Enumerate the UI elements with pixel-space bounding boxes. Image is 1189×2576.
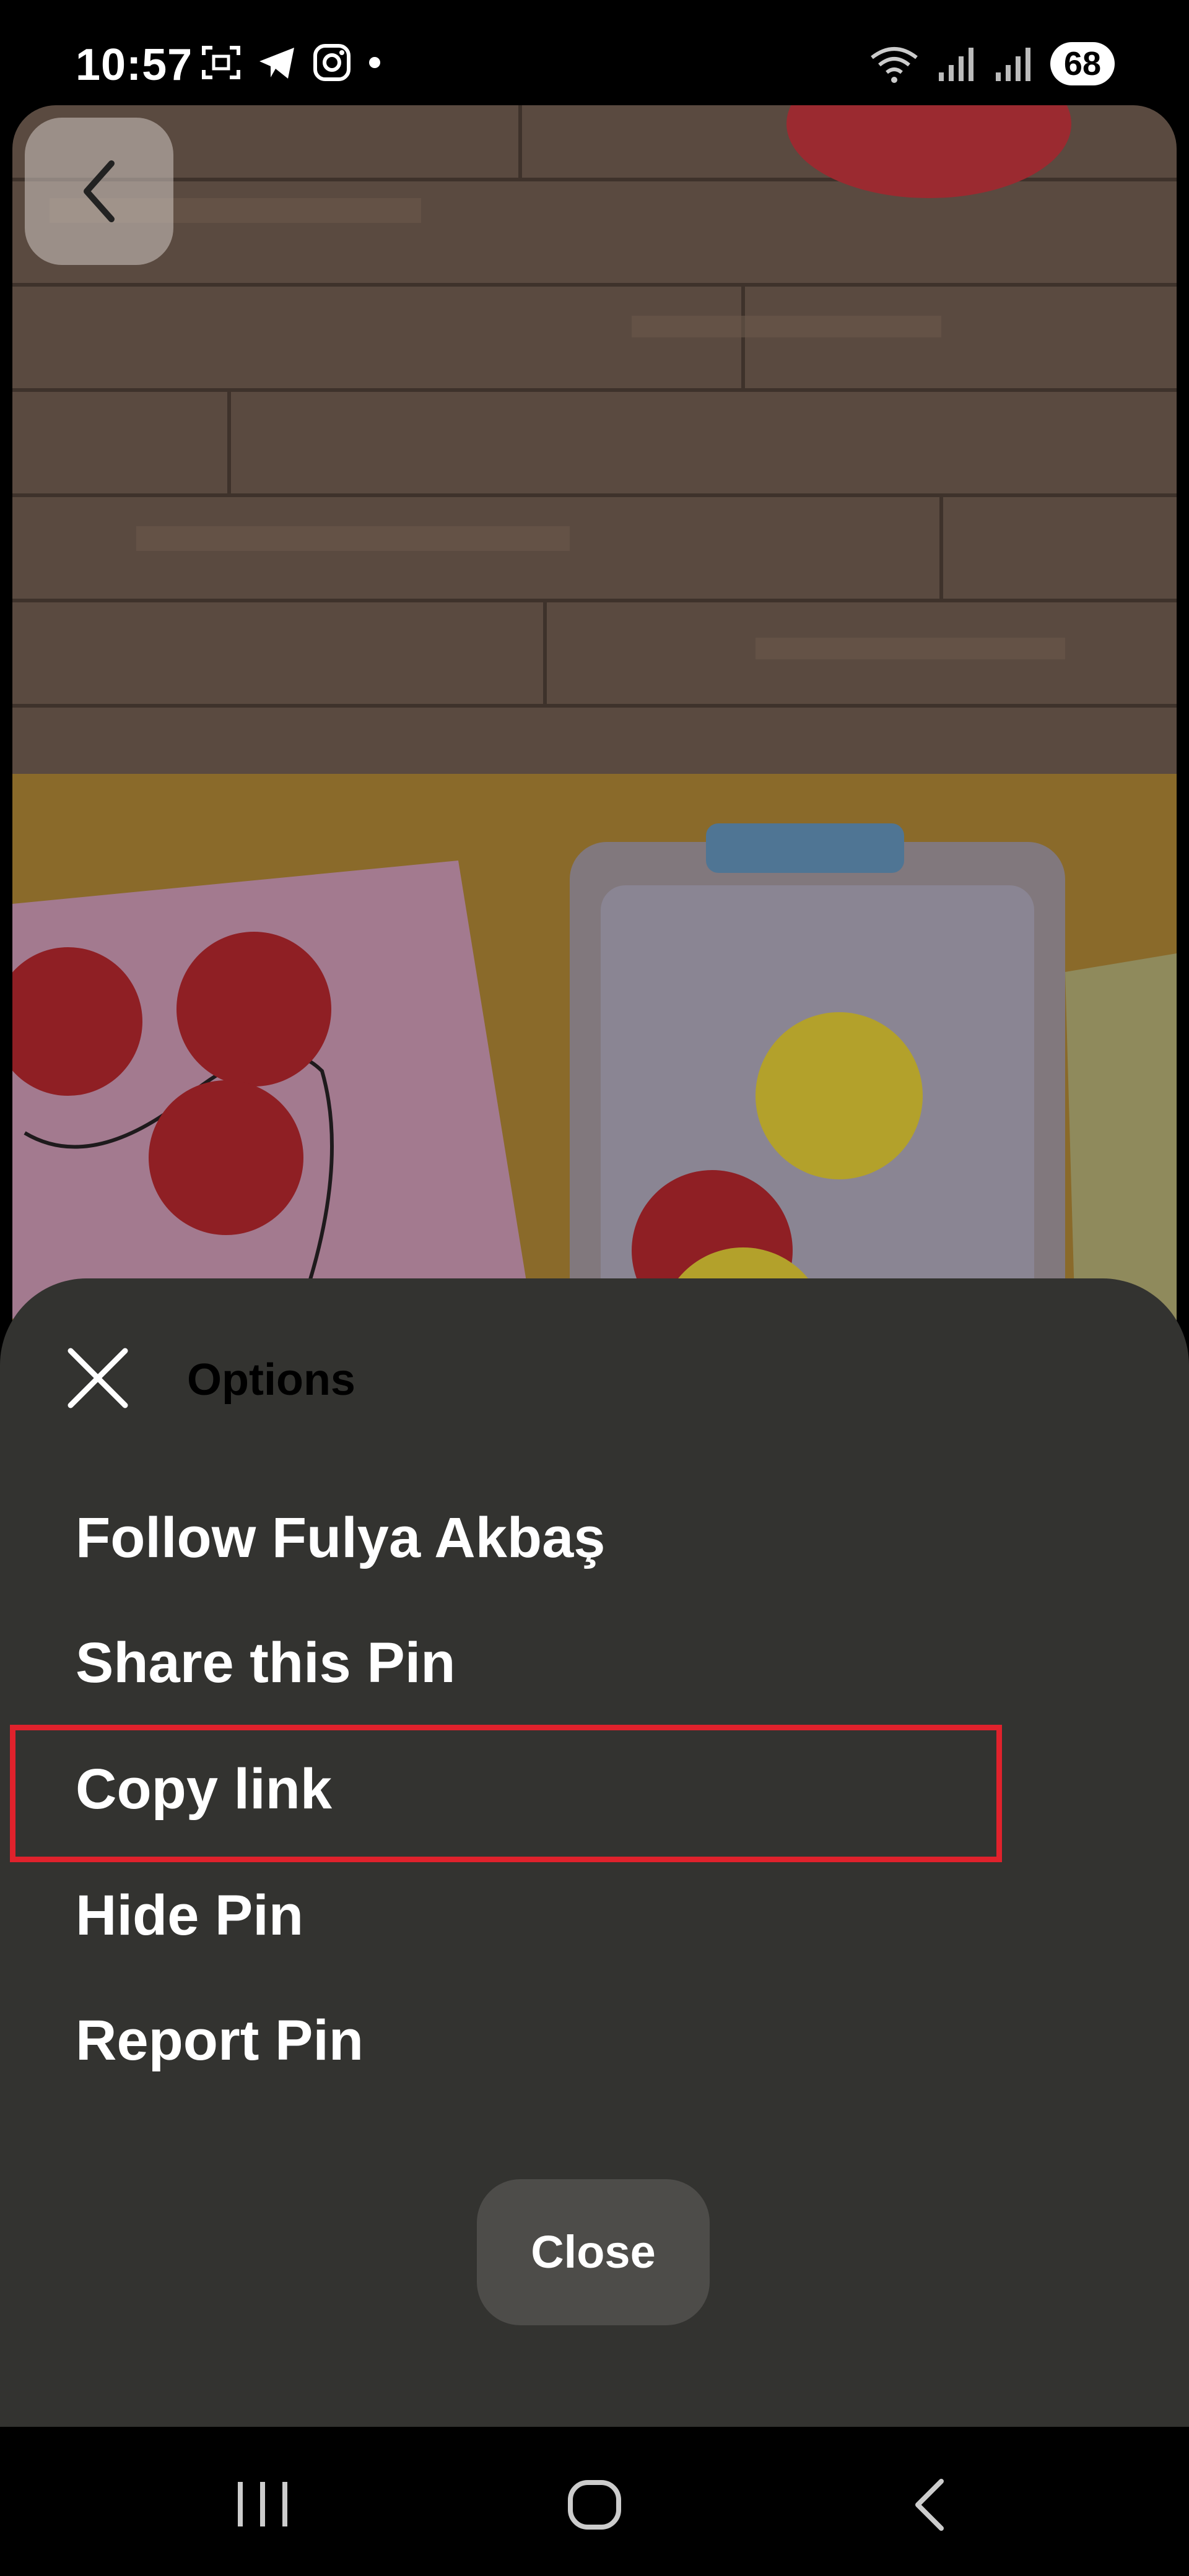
menu-item-copy-link[interactable]: Copy link xyxy=(76,1757,332,1822)
sheet-title: Options xyxy=(187,1355,355,1405)
back-arrow-icon xyxy=(84,160,115,222)
instagram-icon xyxy=(313,44,351,81)
close-icon xyxy=(68,1348,128,1408)
wifi-icon xyxy=(871,47,918,83)
menu-item-hide[interactable]: Hide Pin xyxy=(76,1883,303,1948)
menu-item-report[interactable]: Report Pin xyxy=(76,2008,364,2073)
status-left-icons xyxy=(201,43,382,82)
back-nav-icon[interactable] xyxy=(910,2478,947,2532)
status-right-icons: 68 xyxy=(869,42,1115,85)
pin-photo-illustration xyxy=(12,105,1177,1405)
close-sheet-button[interactable] xyxy=(66,1346,130,1410)
signal-icon xyxy=(938,48,973,81)
status-time: 10:57 xyxy=(76,40,193,90)
signal-icon xyxy=(995,48,1030,81)
menu-item-follow[interactable]: Follow Fulya Akbaş xyxy=(76,1506,605,1571)
battery-indicator: 68 xyxy=(1050,42,1115,85)
screenshot-icon xyxy=(202,46,240,79)
system-nav-bar xyxy=(0,2427,1189,2576)
status-bar: 10:57 68 xyxy=(0,0,1189,105)
telegram-icon xyxy=(259,48,294,79)
pin-image xyxy=(12,105,1177,1405)
notification-dot-icon xyxy=(369,57,380,68)
back-button[interactable] xyxy=(25,118,173,265)
close-button[interactable]: Close xyxy=(477,2179,710,2325)
menu-item-share[interactable]: Share this Pin xyxy=(76,1631,456,1696)
recent-apps-icon[interactable] xyxy=(235,2479,290,2529)
home-icon[interactable] xyxy=(567,2479,622,2531)
